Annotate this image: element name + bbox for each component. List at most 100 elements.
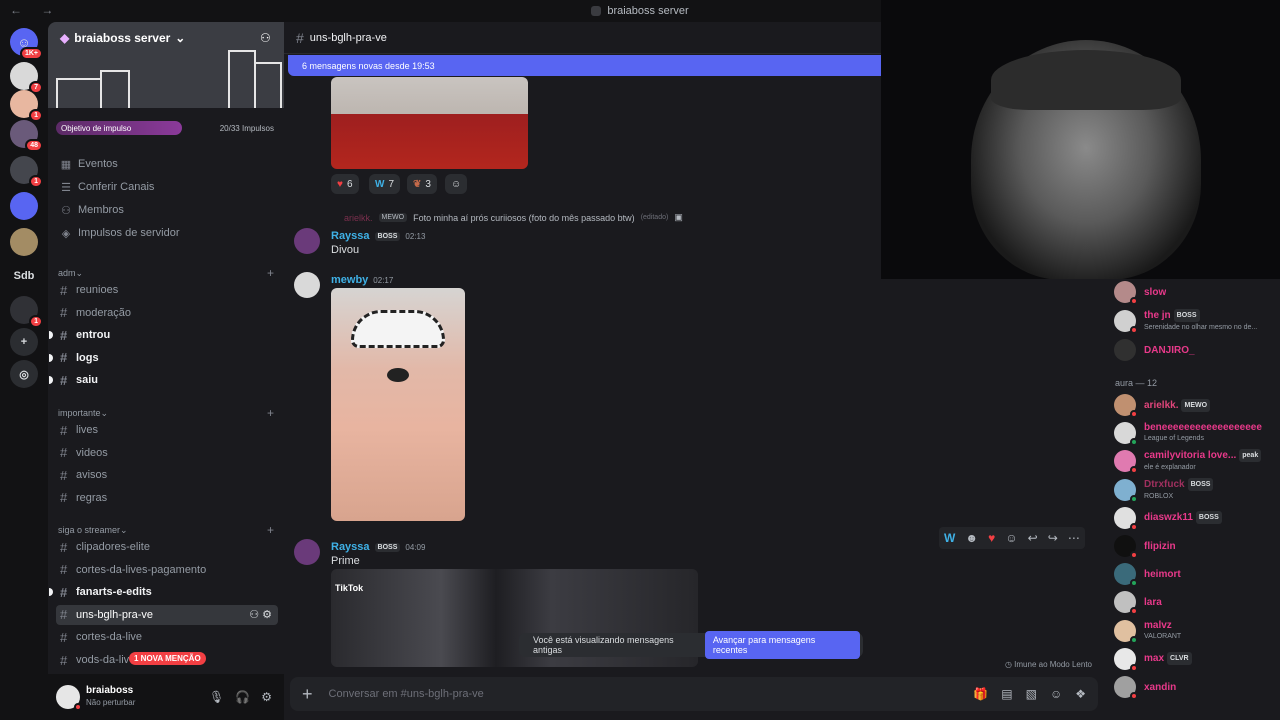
message-author[interactable]: Rayssa (331, 230, 370, 242)
heart-icon[interactable]: ♥ (988, 531, 995, 545)
avatar[interactable] (294, 539, 320, 565)
w-reaction-icon[interactable]: W (944, 531, 955, 545)
category-name: importante (58, 408, 101, 418)
forward-icon[interactable]: ↪ (1048, 531, 1058, 545)
apps-icon[interactable]: ❖ (1075, 687, 1086, 701)
avatar (1114, 422, 1138, 447)
channel-fanarts-e-edits[interactable]: # fanarts-e-edits (49, 582, 278, 602)
member-item[interactable]: lara (1114, 589, 1278, 616)
channel-cortes-da-lives-pagamento[interactable]: # cortes-da-lives-pagamento (56, 560, 278, 580)
message-time: 04:09 (405, 542, 426, 552)
discover-icon[interactable]: ◎ (10, 360, 38, 388)
reply-icon[interactable]: ↩ (1028, 531, 1038, 545)
sidebar-item-3[interactable]: ◈ Impulsos de servidor (60, 223, 180, 243)
server-icon-2[interactable]: 48 (10, 120, 43, 152)
server-icon-7[interactable]: 1 (10, 296, 43, 328)
sidebar-item-0[interactable]: ▦ Eventos (60, 154, 118, 174)
channel-regras[interactable]: # regras (56, 488, 278, 508)
member-item[interactable]: DANJIRO_ (1114, 337, 1278, 363)
message-input[interactable]: Conversar em #uns-bglh-pra-ve (329, 688, 484, 700)
server-icon-0[interactable]: 7 (10, 62, 43, 94)
channel-settings-icon[interactable]: ⚇ ⚙ (249, 608, 272, 621)
gear-icon[interactable]: ⚙ (261, 690, 272, 704)
invite-icon[interactable]: ⚇ (260, 31, 271, 45)
member-item[interactable]: Dtrxfuck BOSS ROBLOX (1114, 477, 1278, 503)
server-icon-6[interactable]: Sdb (10, 262, 38, 290)
channel-clipadores-elite[interactable]: # clipadores-elite (56, 537, 278, 557)
sticker-icon[interactable]: ▧ (1026, 687, 1037, 701)
microphone-icon[interactable]: 🎙 (209, 690, 224, 704)
new-messages-bar[interactable]: 6 mensagens novas desde 19:53 (288, 55, 888, 76)
boost-goal[interactable]: Objetivo de impulso 20/33 Impulsos (56, 120, 274, 136)
gift-icon[interactable]: 🎁 (973, 687, 988, 701)
member-name: xandin (1144, 681, 1177, 693)
channel-name: regras (76, 491, 108, 504)
channel-cortes-da-live[interactable]: # cortes-da-live (56, 627, 278, 647)
headphones-icon[interactable]: 🎧 (235, 690, 250, 704)
create-channel-icon[interactable]: + (267, 523, 274, 537)
mention-badge[interactable]: 1 NOVA MENÇÃO (129, 652, 206, 665)
server-icon-1[interactable]: 1 (10, 90, 43, 122)
avatar (1114, 563, 1138, 588)
category-0[interactable]: adm ⌄ + (58, 266, 274, 280)
member-item[interactable]: arielkk. MEWO (1114, 392, 1278, 418)
channel-entrou[interactable]: # entrou (49, 325, 278, 345)
reply-preview[interactable]: arielkk. MEWO Foto minha aí prós curiios… (344, 212, 683, 223)
member-item[interactable]: the jn BOSS Serenidade no olhar mesmo no d… (1114, 308, 1278, 334)
status-icon (1130, 326, 1138, 334)
channel-reunioes[interactable]: # reunioes (56, 280, 278, 300)
history-nav[interactable]: ← → (10, 3, 61, 17)
member-item[interactable]: diaswzk11 BOSS (1114, 505, 1278, 531)
member-item[interactable]: max CLVR (1114, 646, 1278, 672)
sidebar-item-2[interactable]: ⚇ Membros (60, 200, 124, 220)
category-2[interactable]: siga o streamer ⌄ + (58, 523, 274, 537)
message-author[interactable]: mewby (331, 274, 368, 286)
channel-uns-bglh-pra-ve[interactable]: # uns-bglh-pra-ve ⚇ ⚙ (56, 604, 278, 625)
attachment-image[interactable] (331, 288, 465, 521)
channel-videos[interactable]: # videos (56, 443, 278, 463)
member-item[interactable]: flipizin (1114, 533, 1278, 559)
server-name-menu[interactable]: ◆ braiaboss server ⌄ (60, 31, 185, 45)
server-icon-4[interactable] (10, 192, 38, 220)
server-icon-3[interactable]: 1 (10, 156, 43, 188)
channel-avisos[interactable]: # avisos (56, 465, 278, 485)
member-item[interactable]: camilyvitoria love... peak ele é explanado… (1114, 448, 1278, 475)
reaction-W[interactable]: W7 (369, 174, 401, 194)
avatar[interactable] (56, 685, 82, 711)
avatar[interactable] (294, 228, 320, 254)
server-badge: 1 (29, 175, 43, 188)
member-item[interactable]: xandin (1114, 674, 1278, 700)
server-icon-5[interactable] (10, 228, 38, 256)
emoji-icon[interactable]: ☺ (1050, 687, 1062, 701)
add-reaction-icon[interactable]: ☺ (445, 174, 468, 194)
category-1[interactable]: importante ⌄ + (58, 406, 274, 420)
member-item[interactable]: heimort (1114, 561, 1278, 588)
channel-lives[interactable]: # lives (56, 420, 278, 440)
attachment-image[interactable] (331, 77, 528, 169)
reaction-custom[interactable]: ❦ 3 (407, 174, 437, 194)
upload-plus-icon[interactable]: + (302, 684, 313, 705)
channel-logs[interactable]: # logs (49, 348, 278, 368)
member-name: slow (1144, 286, 1167, 298)
create-channel-icon[interactable]: + (267, 266, 274, 280)
custom-emoji-icon[interactable]: ☻ (965, 531, 978, 545)
jump-to-present-button[interactable]: Avançar para mensagens recentes (704, 631, 860, 659)
channel-modera-o[interactable]: # moderação (56, 303, 278, 323)
add-reaction-icon[interactable]: ☺ (1005, 531, 1017, 545)
channel-name: cortes-da-lives-pagamento (76, 563, 207, 576)
more-icon[interactable]: ⋯ (1068, 531, 1080, 545)
create-channel-icon[interactable]: + (267, 406, 274, 420)
direct-messages-button[interactable]: ☺ 1K+ (10, 28, 43, 60)
channel-name: logs (76, 351, 99, 364)
avatar (1114, 450, 1138, 475)
message-author[interactable]: Rayssa (331, 541, 370, 553)
channel-saiu[interactable]: # saiu (49, 370, 278, 390)
sidebar-item-1[interactable]: ☰ Conferir Canais (60, 177, 154, 197)
member-item[interactable]: slow (1114, 279, 1278, 305)
add-server-icon[interactable]: + (10, 328, 38, 356)
member-item[interactable]: malvz VALORANT (1114, 618, 1278, 644)
avatar[interactable] (294, 272, 320, 298)
gif-icon[interactable]: ▤ (1001, 687, 1012, 701)
member-item[interactable]: beneeeeeeeeeeeeeeeeee League of Legends (1114, 420, 1278, 447)
reaction-heart[interactable]: ♥ 6 (331, 174, 359, 194)
